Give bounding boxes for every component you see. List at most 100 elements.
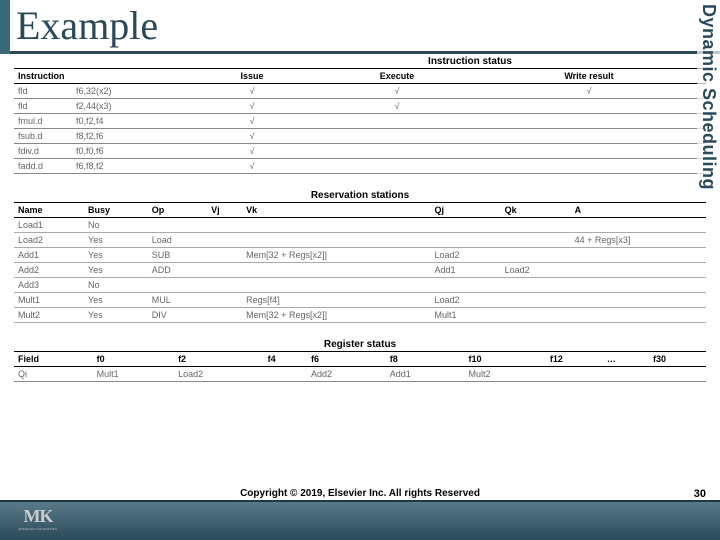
table-header-cell: Qk [501, 203, 571, 218]
table-cell [207, 293, 242, 308]
table-cell: f2,44(x3) [72, 99, 182, 114]
table2-title: Reservation stations [14, 190, 706, 201]
table-cell [571, 248, 706, 263]
table-cell: DIV [148, 308, 207, 323]
table-cell: √ [322, 99, 472, 114]
table-cell: Load2 [431, 248, 501, 263]
logo-subtitle: MORGAN KAUFMANN [19, 527, 58, 531]
table-cell: √ [182, 144, 322, 159]
table-cell [207, 218, 242, 233]
table-cell: fmul.d [14, 114, 72, 129]
table-cell: f6,32(x2) [72, 84, 182, 99]
t1-h3: Execute [322, 69, 472, 84]
page-number: 30 [694, 488, 706, 500]
table-cell: Add1 [14, 248, 84, 263]
header-accent-bar [0, 0, 10, 54]
table-cell: Mem[32 + Regs[x2]] [242, 248, 430, 263]
table-cell: Load2 [501, 263, 571, 278]
logo-main: MK [24, 506, 53, 527]
table-header-cell: f8 [386, 352, 465, 367]
table-cell [207, 308, 242, 323]
table-cell [242, 278, 430, 293]
table-cell: f0,f0,f6 [72, 144, 182, 159]
table-cell: Load1 [14, 218, 84, 233]
t1-h1 [72, 69, 182, 84]
table-cell [472, 129, 706, 144]
table-header-cell: Qj [431, 203, 501, 218]
copyright-text: Copyright © 2019, Elsevier Inc. All righ… [240, 488, 480, 499]
table-header-cell: f0 [93, 352, 174, 367]
table-cell [431, 218, 501, 233]
table-cell: Yes [84, 233, 148, 248]
table-cell: fsub.d [14, 129, 72, 144]
table-cell: Regs[f4] [242, 293, 430, 308]
table3-title: Register status [14, 339, 706, 350]
table-row: Load1No [14, 218, 706, 233]
table-cell [649, 367, 706, 382]
table-cell [603, 367, 649, 382]
table-cell: Load2 [14, 233, 84, 248]
table-cell [501, 218, 571, 233]
table-cell [207, 263, 242, 278]
slide-content: Instruction status Instruction Issue Exe… [0, 56, 720, 382]
table-cell [264, 367, 307, 382]
table-cell [571, 278, 706, 293]
table-cell: Mult1 [431, 308, 501, 323]
table-cell: Yes [84, 293, 148, 308]
t1-h0: Instruction [14, 69, 72, 84]
table-row: Mult2YesDIVMem[32 + Regs[x2]]Mult1 [14, 308, 706, 323]
table-cell [571, 308, 706, 323]
reservation-stations-table: NameBusyOpVjVkQjQkA Load1NoLoad2YesLoad4… [14, 202, 706, 323]
table-cell: No [84, 278, 148, 293]
table-cell: √ [182, 129, 322, 144]
table-cell: f8,f2,f6 [72, 129, 182, 144]
table-cell [207, 248, 242, 263]
table-cell [501, 278, 571, 293]
table-header-cell: A [571, 203, 706, 218]
table-cell [148, 218, 207, 233]
table-header-cell: f6 [307, 352, 386, 367]
table-row: fsub.df8,f2,f6√ [14, 129, 706, 144]
table-cell [571, 263, 706, 278]
slide-title: Example [16, 2, 158, 49]
table-cell: Add1 [386, 367, 465, 382]
slide-footer: Copyright © 2019, Elsevier Inc. All righ… [0, 500, 720, 540]
table-cell: MUL [148, 293, 207, 308]
table-header-cell: Op [148, 203, 207, 218]
table-row: Add1YesSUBMem[32 + Regs[x2]]Load2 [14, 248, 706, 263]
table-row: Add3No [14, 278, 706, 293]
table-header-cell: f10 [464, 352, 545, 367]
table-cell: Yes [84, 263, 148, 278]
table-cell [242, 218, 430, 233]
table-cell: Add2 [14, 263, 84, 278]
publisher-logo: MK MORGAN KAUFMANN [10, 506, 66, 536]
table-cell [571, 218, 706, 233]
table-cell [472, 114, 706, 129]
table-header-cell: f12 [546, 352, 603, 367]
t1-h4: Write result [472, 69, 706, 84]
table-cell: Mult1 [14, 293, 84, 308]
table-cell [501, 293, 571, 308]
table-cell: Yes [84, 248, 148, 263]
table-cell: Mult2 [464, 367, 545, 382]
table-cell [322, 114, 472, 129]
table-cell [148, 278, 207, 293]
table-cell [546, 367, 603, 382]
table-header-cell: Field [14, 352, 93, 367]
table-cell: 44 + Regs[x3] [571, 233, 706, 248]
table-header-cell: f30 [649, 352, 706, 367]
table-cell [322, 159, 472, 174]
table-cell: Mult2 [14, 308, 84, 323]
instruction-status-table: Instruction Issue Execute Write result f… [14, 68, 706, 174]
table-row: Add2YesADDAdd1Load2 [14, 263, 706, 278]
table-row: Mult1YesMULRegs[f4]Load2 [14, 293, 706, 308]
table-cell: Qi [14, 367, 93, 382]
register-status-table: Fieldf0f2f4f6f8f10f12…f30 QiMult1Load2Ad… [14, 351, 706, 382]
table-cell [472, 99, 706, 114]
table-row: fadd.df6,f8,f2√ [14, 159, 706, 174]
table-cell: No [84, 218, 148, 233]
table-cell: Load2 [174, 367, 264, 382]
table-cell: Add2 [307, 367, 386, 382]
table-cell: √ [322, 84, 472, 99]
table-header-cell: f2 [174, 352, 264, 367]
